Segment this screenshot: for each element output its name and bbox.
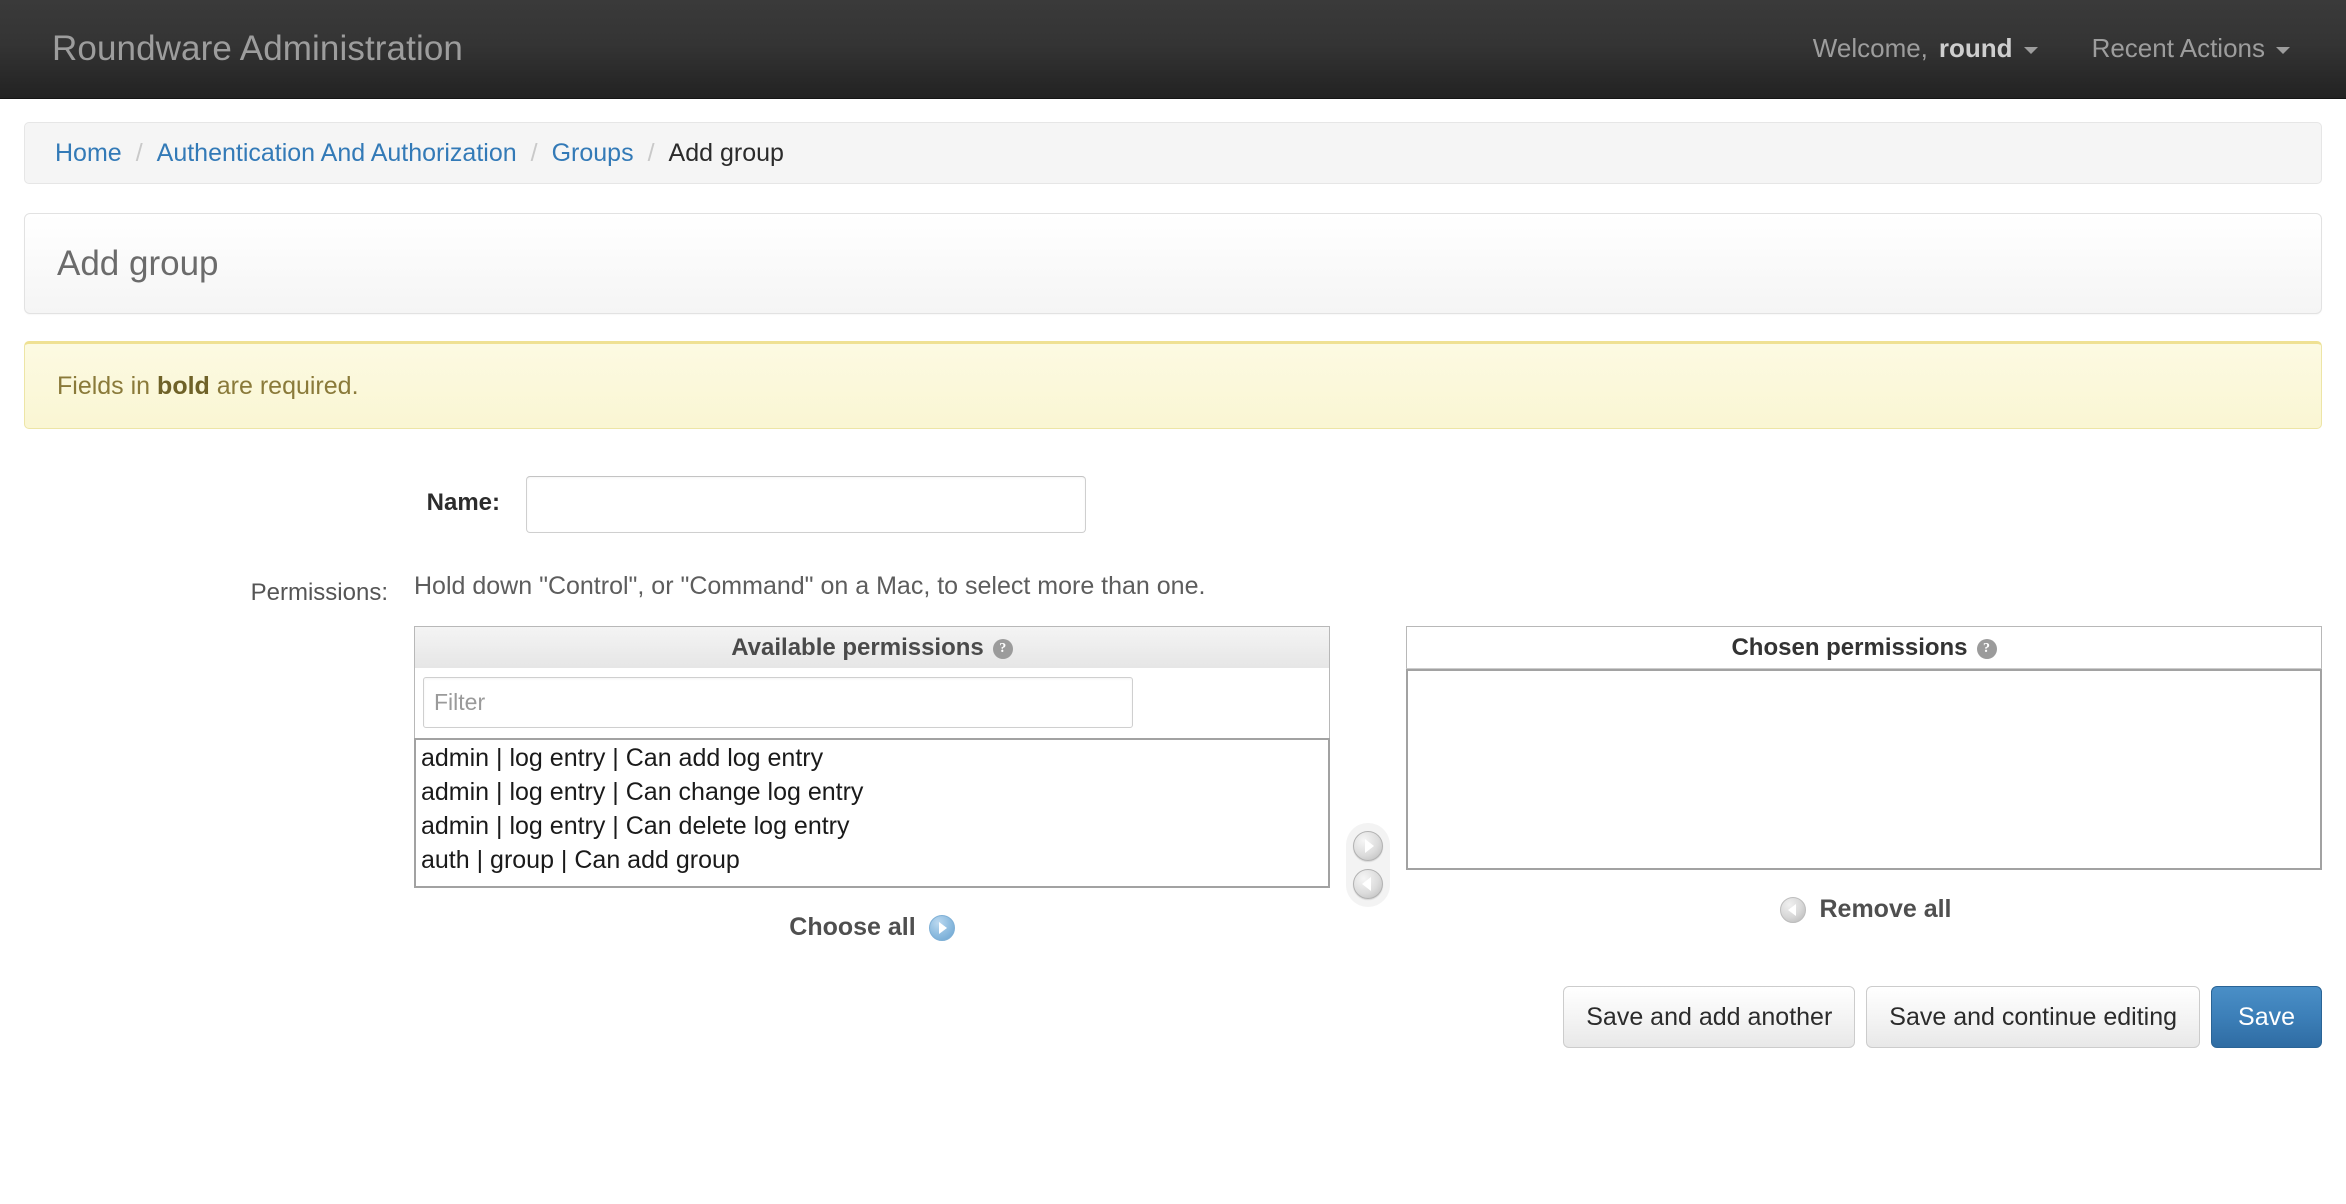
arrow-right-icon [1365,839,1374,853]
available-permissions-title: Available permissions ? [414,626,1330,668]
required-note-suffix: are required. [216,371,359,400]
recent-actions-label: Recent Actions [2091,32,2265,63]
add-group-form: Name: Permissions: Hold down "Control", … [0,476,2346,942]
save-button[interactable]: Save [2211,986,2322,1048]
list-item[interactable]: auth | group | Can add group [416,843,1328,877]
page-title: Add group [57,243,219,283]
user-tools: Welcome, round Recent Actions [1813,33,2290,66]
breadcrumb-separator: / [135,138,143,167]
selector-chooser-column [1330,626,1406,907]
page-title-panel: Add group [24,213,2322,314]
required-note-bold: bold [157,371,210,400]
available-permissions-title-label: Available permissions [731,633,984,661]
breadcrumb-item-groups[interactable]: Groups [552,139,634,168]
permissions-help-text: Hold down "Control", or "Command" on a M… [414,572,1206,600]
list-item[interactable]: admin | log entry | Can add log entry [416,741,1328,775]
breadcrumb-separator: / [647,138,655,167]
site-header: Roundware Administration Welcome, round … [0,0,2346,99]
chevron-down-icon [2023,46,2038,54]
username: round [1938,32,2013,63]
available-filter-input[interactable] [423,677,1133,728]
arrow-left-icon [1362,877,1371,891]
arrow-right-icon [928,914,955,941]
welcome-user-menu[interactable]: Welcome, round [1813,33,2038,64]
name-field-wrap [526,476,1086,533]
help-icon[interactable]: ? [1976,638,1997,659]
arrow-left-icon [1780,896,1807,923]
remove-all-label: Remove all [1819,895,1952,923]
name-label: Name: [426,489,500,516]
selector-chooser [1346,823,1390,907]
form-row-name: Name: [24,476,2322,533]
chosen-permissions-panel: Chosen permissions ? Remove all [1406,626,2322,924]
required-note-prefix: Fields in [57,371,151,400]
breadcrumb-separator: / [530,138,538,167]
breadcrumb-item-home[interactable]: Home [55,139,122,168]
available-permissions-list[interactable]: admin | log entry | Can add log entry ad… [414,738,1330,888]
form-row-permissions: Permissions: Hold down "Control", or "Co… [24,566,2322,942]
submit-row: Save and add another Save and continue e… [24,986,2322,1048]
breadcrumb-item-authentication-and-authorization[interactable]: Authentication And Authorization [157,139,517,168]
remove-selected-button[interactable] [1353,869,1383,899]
permissions-body: Hold down "Control", or "Command" on a M… [414,566,2322,942]
breadcrumb-item-current: Add group [668,138,784,167]
remove-all-button[interactable]: Remove all [1406,895,2322,924]
chosen-permissions-title-label: Chosen permissions [1731,633,1968,661]
list-item[interactable]: admin | log entry | Can change log entry [416,775,1328,809]
choose-all-button[interactable]: Choose all [414,913,1330,942]
save-and-continue-editing-button[interactable]: Save and continue editing [1866,986,2201,1048]
chosen-permissions-list[interactable] [1406,669,2322,870]
welcome-prefix: Welcome, [1812,32,1928,63]
list-item[interactable]: admin | log entry | Can delete log entry [416,809,1328,843]
chosen-permissions-title: Chosen permissions ? [1406,626,2322,669]
permissions-label: Permissions: [250,579,388,606]
save-and-add-another-button[interactable]: Save and add another [1563,986,1856,1048]
breadcrumb: Home / Authentication And Authorization … [24,122,2322,184]
available-permissions-panel: Available permissions ? admin | log entr… [414,626,1330,942]
available-filter-wrap [414,668,1330,738]
required-fields-note: Fields in bold are required. [24,341,2322,429]
permissions-selector: Available permissions ? admin | log entr… [414,626,2322,942]
site-title: Roundware Administration [52,29,463,68]
recent-actions-menu[interactable]: Recent Actions [2092,33,2290,64]
name-input[interactable] [526,476,1086,533]
add-selected-button[interactable] [1353,831,1383,861]
chevron-down-icon [2276,46,2290,54]
help-icon[interactable]: ? [992,638,1013,659]
choose-all-label: Choose all [789,913,916,941]
